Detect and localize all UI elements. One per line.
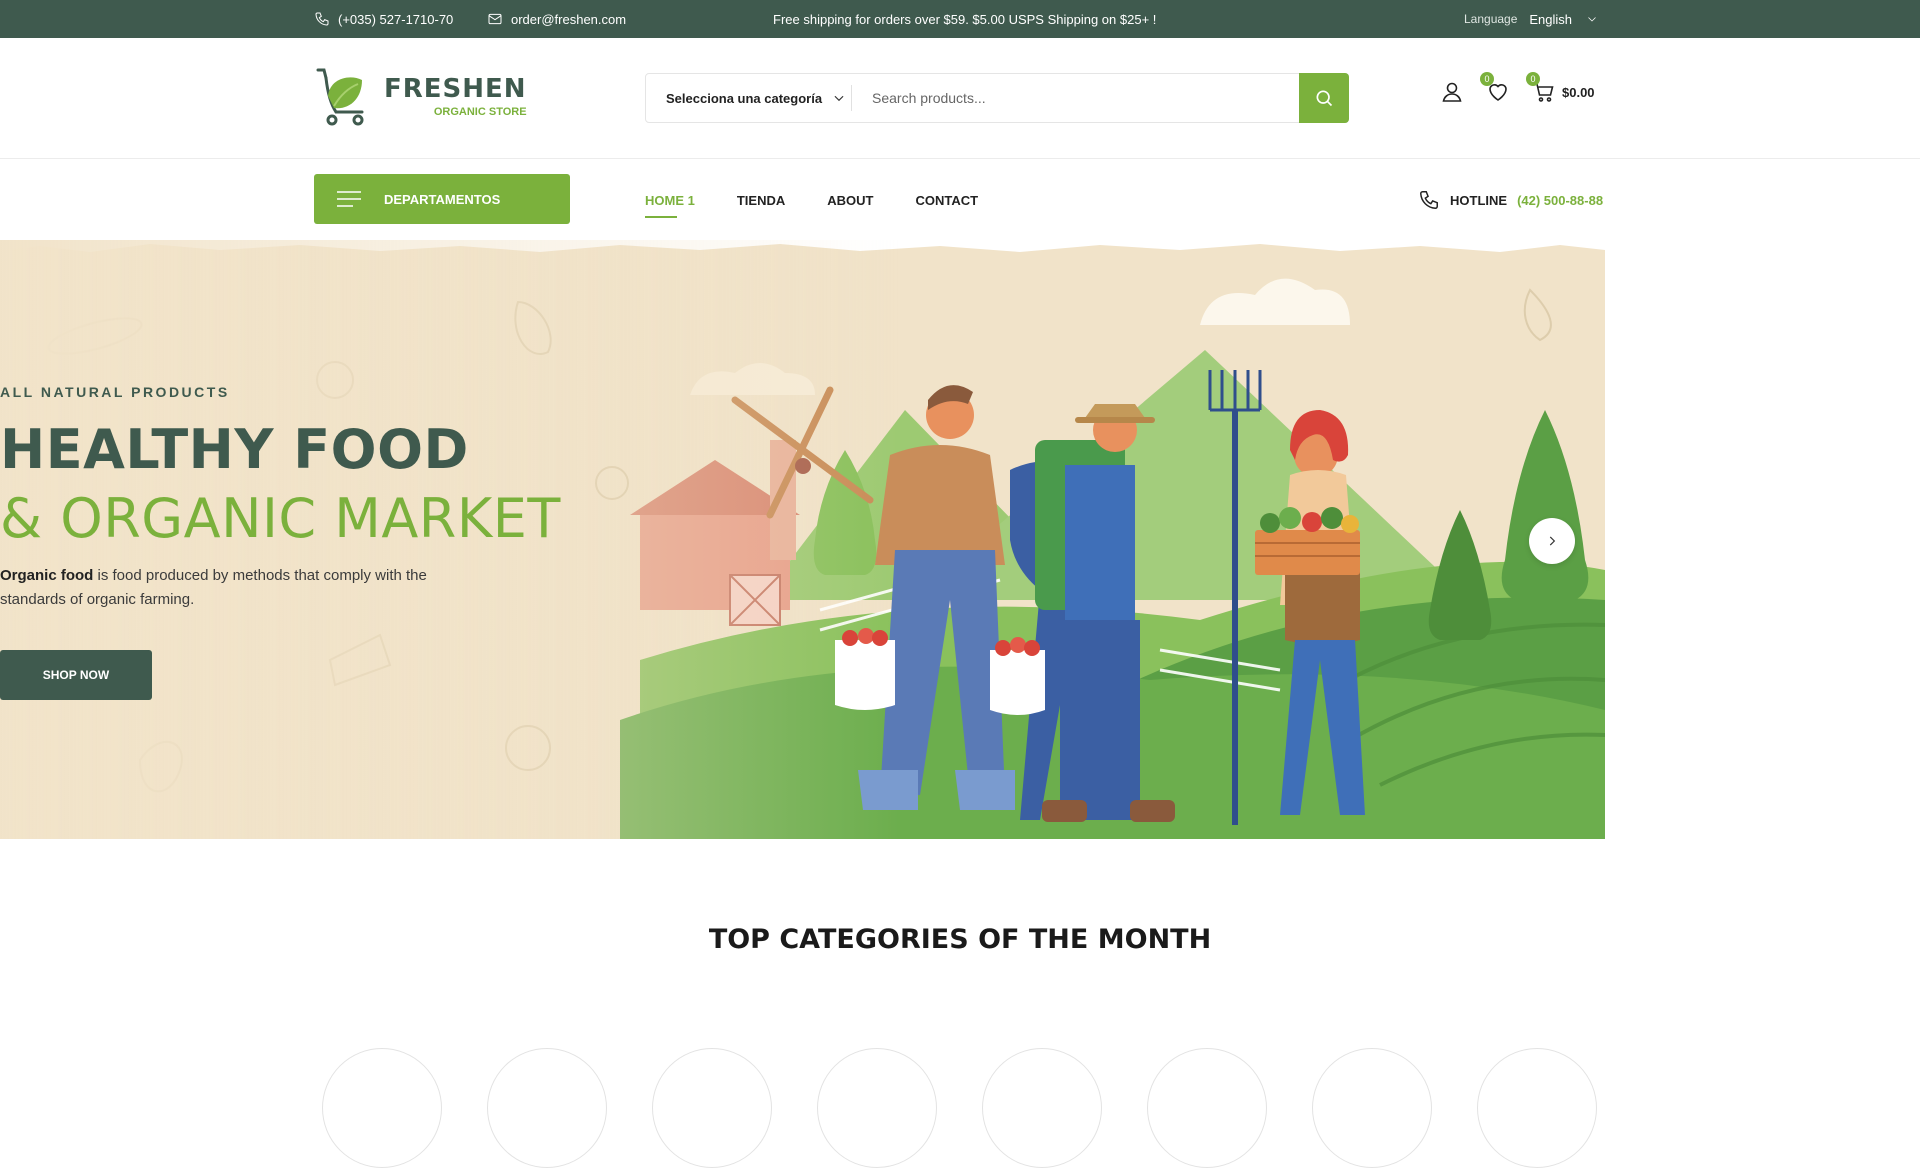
wishlist-button[interactable]: 0 (1480, 72, 1510, 104)
category-circle[interactable] (322, 1048, 442, 1168)
brand-tagline: ORGANIC STORE (433, 106, 527, 118)
topbar-email[interactable]: order@freshen.com (487, 0, 626, 38)
hero-description-bold: Organic food (0, 567, 94, 584)
category-circle[interactable] (652, 1048, 772, 1168)
promo-text: Free shipping for orders over $59. $5.00… (773, 11, 1157, 27)
topbar-promo: Free shipping for orders over $59. $5.00… (773, 0, 1156, 38)
nav-item-about[interactable]: ABOUT (827, 193, 873, 208)
departments-label: DEPARTAMENTOS (384, 191, 501, 207)
shop-now-button[interactable]: SHOP NOW (0, 650, 152, 700)
nav-item-tienda[interactable]: TIENDA (737, 193, 785, 208)
account-button[interactable] (1440, 80, 1464, 104)
hero-title-line1: HEALTHY FOOD (0, 418, 469, 481)
top-bar: (+035) 527-1710-70 order@freshen.com Fre… (0, 0, 1920, 38)
category-dropdown[interactable]: Selecciona una categoría (646, 74, 851, 122)
cart-total[interactable]: $0.00 (1562, 85, 1595, 100)
search-icon (1316, 90, 1333, 107)
wishlist-count-badge: 0 (1480, 72, 1494, 86)
topbar-phone-text: (+035) 527-1710-70 (338, 11, 454, 27)
topbar-phone[interactable]: (+035) 527-1710-70 (314, 0, 453, 38)
hero-banner: ALL NATURAL PRODUCTS HEALTHY FOOD & ORGA… (0, 240, 1605, 839)
hamburger-icon (337, 191, 361, 207)
phone-icon (1420, 191, 1438, 209)
chevron-down-icon (1588, 17, 1596, 22)
category-circle[interactable] (1477, 1048, 1597, 1168)
nav-menu: HOME 1 TIENDA ABOUT CONTACT (645, 160, 978, 240)
language-selector[interactable]: Language English (1464, 0, 1598, 38)
top-categories-title: TOP CATEGORIES OF THE MONTH (708, 924, 1212, 955)
phone-icon (315, 12, 329, 26)
cart-count-badge: 0 (1526, 72, 1540, 86)
header-actions: 0 0 $0.00 (1440, 72, 1595, 104)
nav-item-home[interactable]: HOME 1 (645, 193, 695, 218)
brand-name: FRESHEN (384, 74, 527, 104)
cart-leaf-logo-icon (316, 68, 364, 126)
logo[interactable]: FRESHEN ORGANIC STORE (314, 66, 527, 126)
categories-row (0, 1048, 1920, 1168)
hero-title-line2: & ORGANIC MARKET (0, 487, 561, 550)
hotline-number: (42) 500-88-88 (1517, 192, 1604, 208)
hotline-label: HOTLINE (1450, 192, 1508, 208)
mail-icon (488, 13, 502, 25)
hero-text: ALL NATURAL PRODUCTS HEALTHY FOOD & ORGA… (0, 384, 561, 700)
search-bar: Selecciona una categoría (645, 73, 1349, 123)
search-input[interactable] (852, 74, 1299, 122)
category-circle[interactable] (982, 1048, 1102, 1168)
chevron-right-icon (1549, 536, 1556, 546)
departments-button[interactable]: DEPARTAMENTOS (314, 174, 570, 224)
hero-eyebrow: ALL NATURAL PRODUCTS (0, 384, 230, 400)
search-button[interactable] (1299, 73, 1349, 123)
category-circle[interactable] (1147, 1048, 1267, 1168)
main-navigation: DEPARTAMENTOS HOME 1 TIENDA ABOUT CONTAC… (0, 160, 1920, 240)
user-icon (1442, 82, 1462, 102)
language-label: Language (1464, 12, 1518, 26)
hero-next-button[interactable] (1529, 518, 1575, 564)
language-value: English (1529, 11, 1573, 27)
topbar-email-text: order@freshen.com (511, 11, 627, 27)
nav-item-contact[interactable]: CONTACT (915, 193, 978, 208)
hotline[interactable]: HOTLINE (42) 500-88-88 (1418, 160, 1603, 240)
category-circle[interactable] (487, 1048, 607, 1168)
chevron-down-icon (834, 95, 844, 102)
cart-button[interactable]: 0 (1526, 72, 1556, 104)
category-circle[interactable] (817, 1048, 937, 1168)
hero-description: Organic food is food produced by methods… (0, 564, 430, 612)
category-dropdown-label: Selecciona una categoría (666, 90, 823, 106)
site-header: FRESHEN ORGANIC STORE Selecciona una cat… (0, 38, 1920, 159)
category-circle[interactable] (1312, 1048, 1432, 1168)
